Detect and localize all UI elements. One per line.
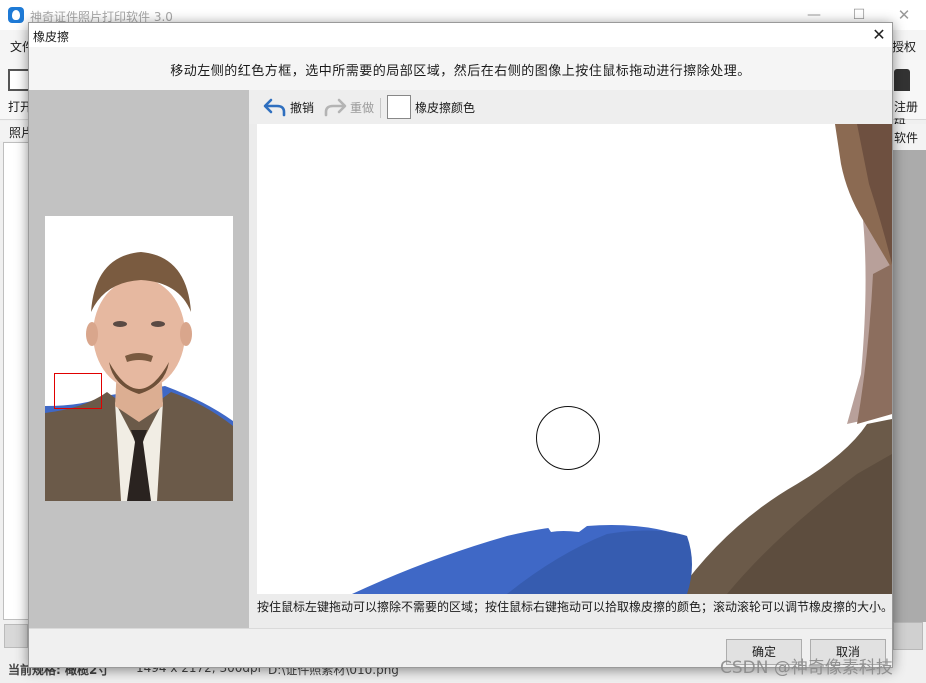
toolbar-separator [380, 98, 381, 118]
red-selection-box[interactable] [54, 373, 102, 409]
editor-canvas[interactable] [257, 124, 892, 594]
dialog-titlebar: 橡皮擦 ✕ [29, 23, 892, 47]
eraser-color-swatch[interactable] [387, 95, 411, 119]
editor-hint: 按住鼠标左键拖动可以擦除不需要的区域；按住鼠标右键拖动可以拾取橡皮擦的颜色；滚动… [257, 600, 894, 614]
editor-pane: 撤销 重做 橡皮擦颜色 按住鼠标左键拖动可以擦除不需要的区域；按住鼠标右键拖动可… [249, 90, 894, 628]
undo-label: 撤销 [290, 100, 315, 115]
home-button[interactable] [4, 624, 28, 648]
open-file-icon[interactable] [8, 69, 30, 91]
preview-pane [29, 90, 249, 628]
redo-arrow-icon [324, 98, 347, 117]
eraser-brush-cursor [536, 406, 600, 470]
zoomed-image [352, 124, 892, 594]
right-panel [893, 150, 926, 622]
software-label: 软件 [894, 131, 919, 145]
side-button[interactable] [893, 622, 923, 650]
dialog-title: 橡皮擦 [33, 30, 70, 44]
watermark-text: CSDN @神奇像素科技 [720, 658, 893, 678]
main-close-icon[interactable]: ✕ [894, 5, 914, 25]
undo-arrow-icon [263, 98, 286, 117]
redo-label: 重做 [350, 100, 375, 115]
photo-list[interactable] [3, 142, 29, 620]
instruction-bar: 移动左侧的红色方框，选中所需要的局部区域，然后在右侧的图像上按住鼠标拖动进行擦除… [29, 47, 892, 90]
app-logo-icon [8, 7, 24, 23]
register-icon[interactable] [894, 69, 910, 91]
photo-thumbnail[interactable] [45, 216, 233, 501]
editor-toolbar: 撤销 重做 橡皮擦颜色 [249, 90, 892, 124]
close-icon[interactable]: ✕ [869, 25, 889, 45]
instruction-text: 移动左侧的红色方框，选中所需要的局部区域，然后在右侧的图像上按住鼠标拖动进行擦除… [170, 64, 751, 79]
eraser-color-button[interactable]: 橡皮擦颜色 [387, 95, 475, 119]
undo-button[interactable]: 撤销 [263, 96, 314, 118]
portrait-thumbnail-image [45, 252, 233, 501]
menu-auth[interactable]: 授权 [892, 38, 916, 55]
eraser-dialog: 橡皮擦 ✕ 移动左侧的红色方框，选中所需要的局部区域，然后在右侧的图像上按住鼠标… [28, 22, 893, 668]
eraser-color-label: 橡皮擦颜色 [415, 100, 476, 115]
redo-button[interactable]: 重做 [323, 96, 374, 118]
